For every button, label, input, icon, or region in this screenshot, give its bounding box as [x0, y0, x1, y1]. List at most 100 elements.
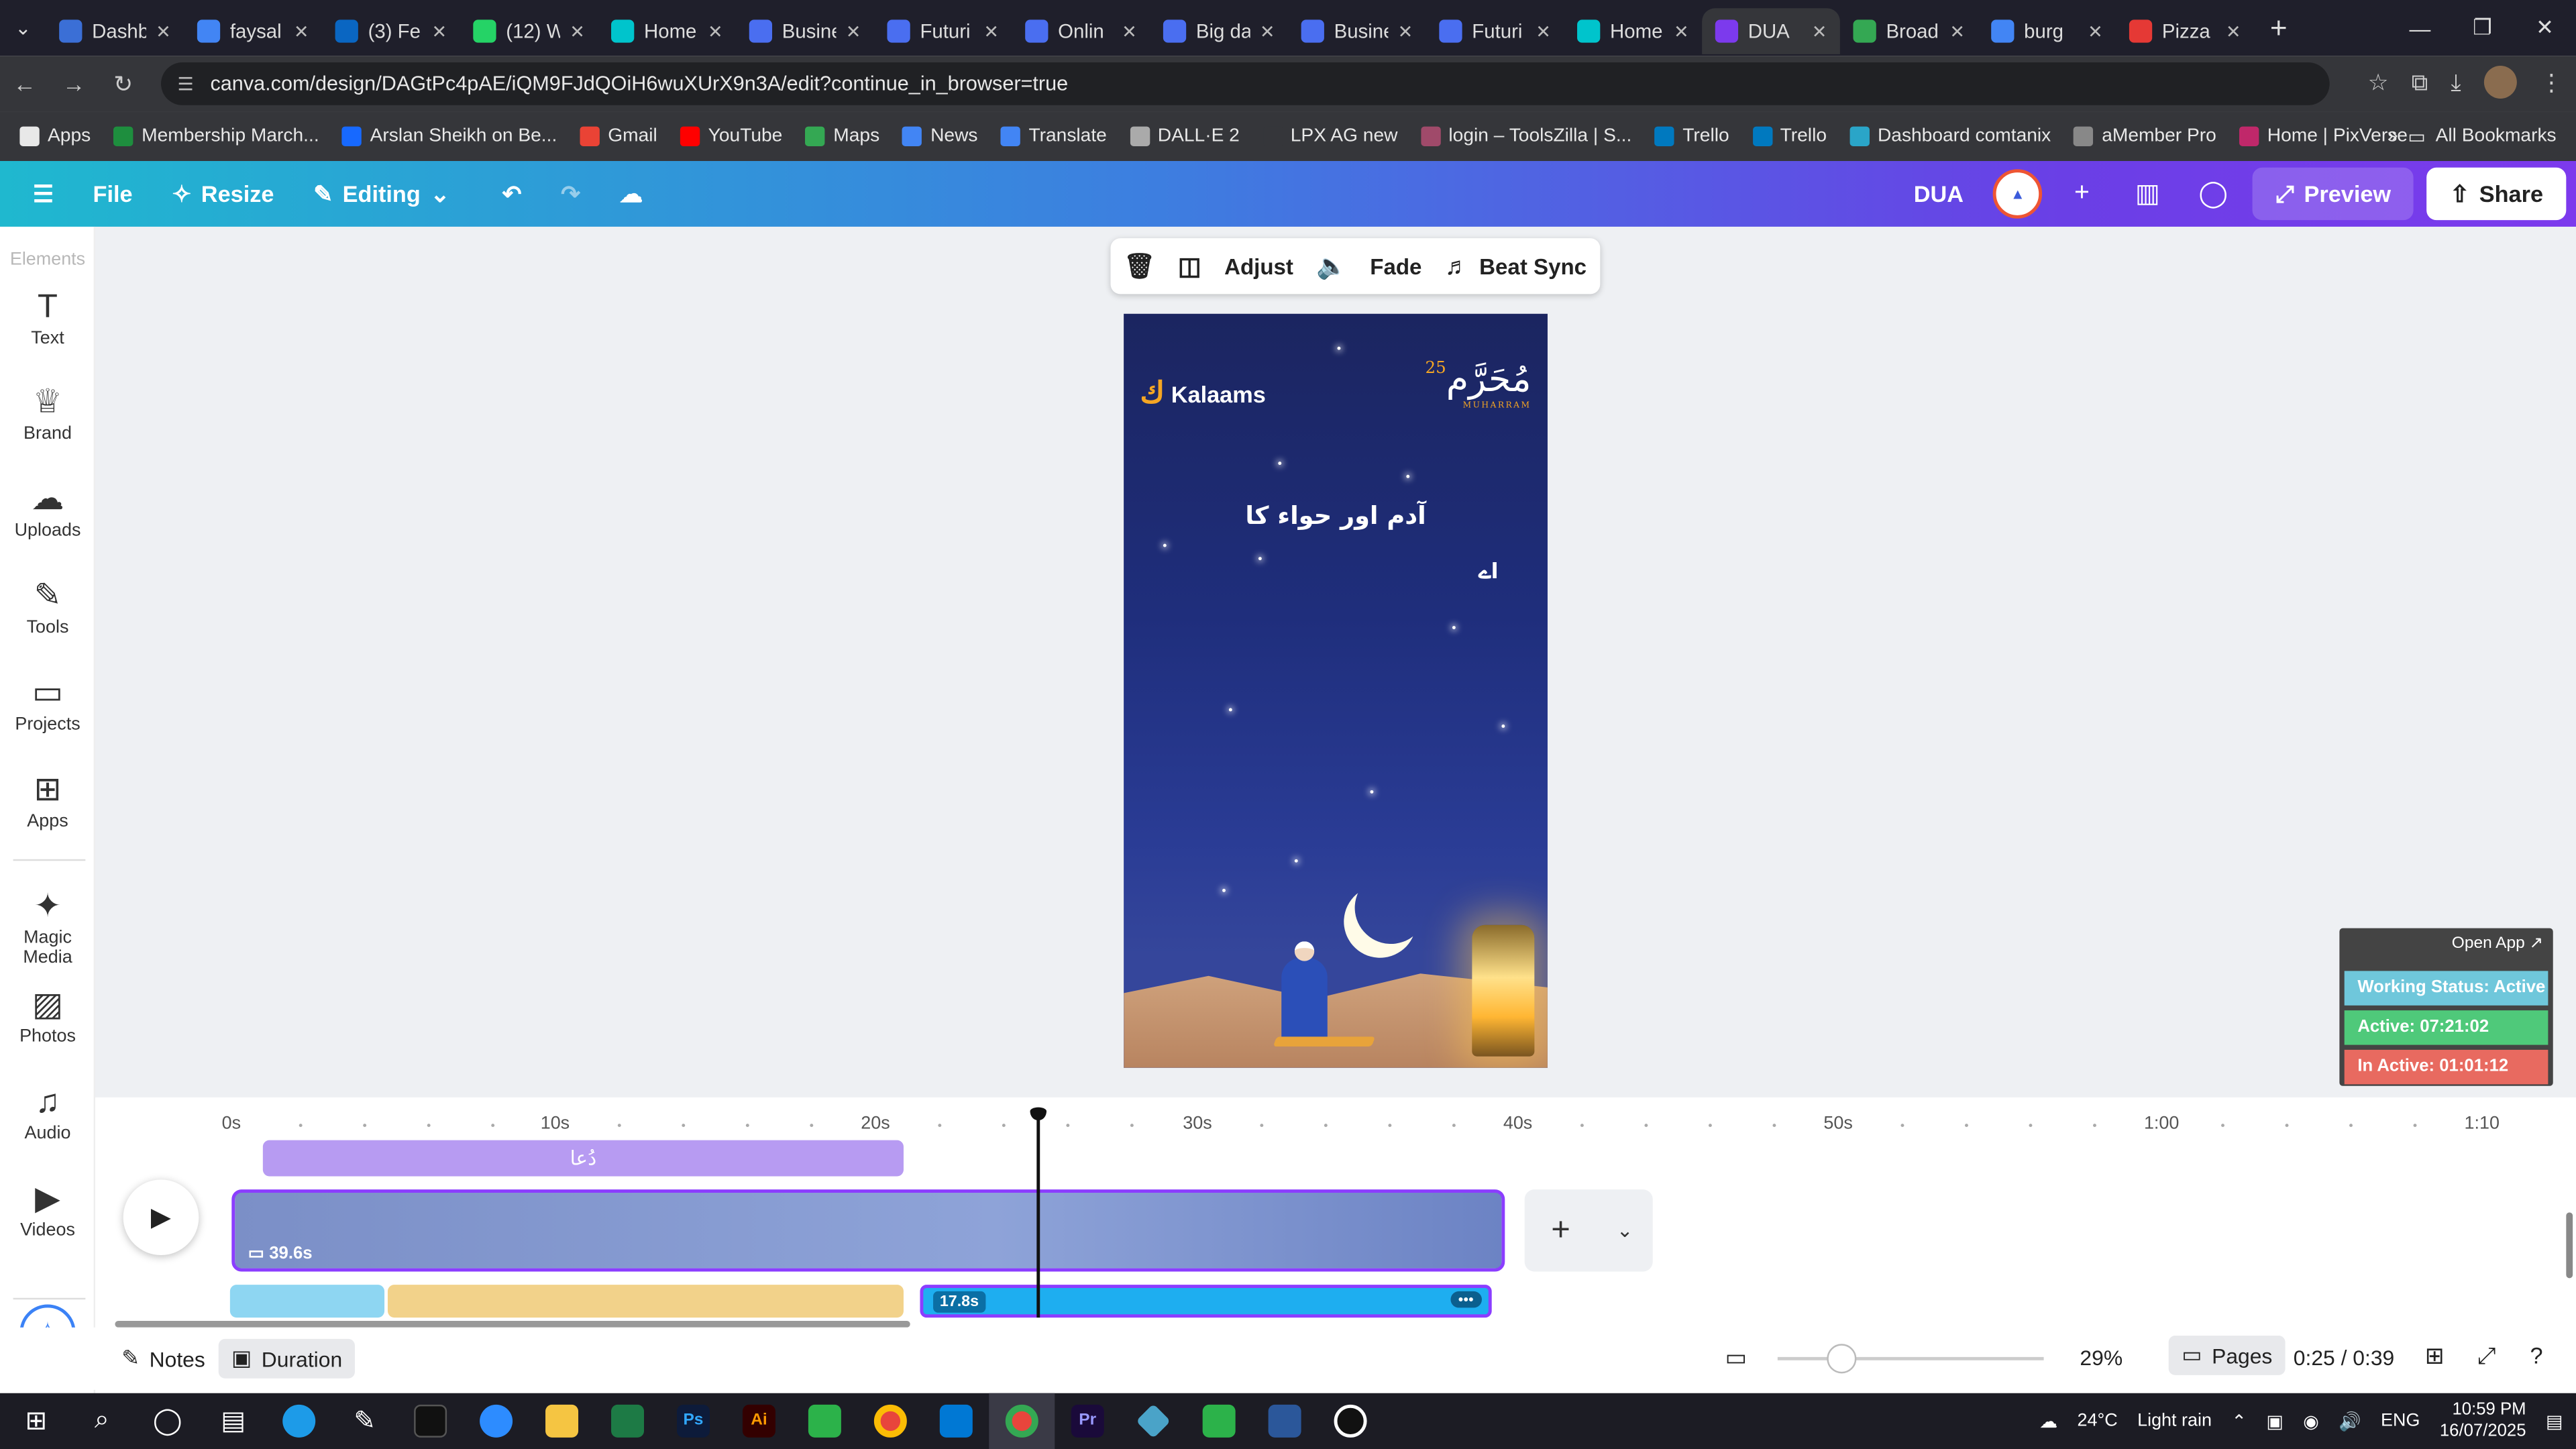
browser-tab[interactable]: Home ✕: [1564, 8, 1702, 54]
sidebar-item-uploads[interactable]: ☁ Uploads: [0, 478, 95, 541]
notes-button[interactable]: ✎ Notes: [109, 1339, 219, 1379]
volume-tray-icon[interactable]: 🔊: [2339, 1410, 2361, 1432]
extensions-icon[interactable]: ⧉: [2412, 68, 2428, 97]
chrome-active-icon[interactable]: [989, 1393, 1055, 1449]
browser-tab[interactable]: faysal ✕: [184, 8, 322, 54]
zoom-slider-handle[interactable]: [1826, 1344, 1857, 1374]
tab-close-icon[interactable]: ✕: [1674, 21, 1689, 42]
network-icon[interactable]: ◉: [2303, 1410, 2319, 1432]
zoom-level[interactable]: 29%: [2080, 1346, 2123, 1371]
tab-close-icon[interactable]: ✕: [1949, 21, 1965, 42]
terminal-icon[interactable]: [398, 1393, 464, 1449]
restore-button[interactable]: ❐: [2451, 0, 2514, 56]
notifications-icon[interactable]: ▤: [2546, 1410, 2563, 1432]
timeline-vertical-scrollbar[interactable]: [2566, 1212, 2573, 1279]
minimize-button[interactable]: —: [2389, 0, 2451, 56]
tab-close-icon[interactable]: ✕: [1536, 21, 1551, 42]
search-icon[interactable]: ⌕: [69, 1393, 135, 1449]
tab-close-icon[interactable]: ✕: [708, 21, 723, 42]
tab-close-icon[interactable]: ✕: [156, 21, 171, 42]
downloads-icon[interactable]: ⤓: [2451, 68, 2461, 97]
pen-icon[interactable]: ✎: [332, 1393, 398, 1449]
all-bookmarks[interactable]: » ▭ All Bookmarks: [2387, 125, 2557, 148]
bookmark-item[interactable]: Home | PixVerse: [2239, 126, 2408, 146]
forward-icon[interactable]: →: [49, 70, 98, 97]
browser-tab[interactable]: Busine ✕: [1288, 8, 1426, 54]
premiere-icon[interactable]: Pr: [1055, 1393, 1120, 1449]
tab-close-icon[interactable]: ✕: [1122, 21, 1137, 42]
sidebar-item-tools[interactable]: ✎ Tools: [0, 575, 95, 637]
open-app-link[interactable]: Open App ↗: [2452, 934, 2543, 953]
bookmark-item[interactable]: Translate: [1000, 126, 1107, 146]
tab-close-icon[interactable]: ✕: [2226, 21, 2241, 42]
title-track[interactable]: دُعا: [262, 1140, 904, 1177]
redo-button[interactable]: ↷: [541, 180, 600, 208]
new-tab-button[interactable]: +: [2254, 11, 2303, 45]
preview-button[interactable]: ⤢ Preview: [2253, 167, 2414, 221]
volume-button[interactable]: 🔈: [1316, 252, 1347, 281]
tray-app-icon[interactable]: ▣: [2266, 1410, 2283, 1432]
tab-close-icon[interactable]: ✕: [570, 21, 585, 42]
design-page[interactable]: ك Kalaams مُحَرَّم25 MUHARRAM آدم اور حو…: [1124, 313, 1548, 1068]
bookmark-item[interactable]: Gmail: [580, 126, 657, 146]
urdu-text-line-2[interactable]: اے: [1479, 560, 1499, 585]
play-button[interactable]: ▶: [123, 1179, 199, 1256]
tab-close-icon[interactable]: ✕: [846, 21, 861, 42]
bookmark-item[interactable]: YouTube: [680, 126, 782, 146]
bookmark-item[interactable]: Membership March...: [113, 126, 319, 146]
browser-tab[interactable]: Futuri ✕: [1426, 8, 1564, 54]
sidebar-item-text[interactable]: T Text: [0, 286, 95, 348]
tab-close-icon[interactable]: ✕: [432, 21, 447, 42]
sidebar-item-videos[interactable]: ▶ Videos: [0, 1178, 95, 1240]
bookmark-item[interactable]: Maps: [805, 126, 879, 146]
browser-tab[interactable]: burg ✕: [1978, 8, 2116, 54]
more-bookmarks-icon[interactable]: »: [2387, 127, 2398, 146]
weather-text[interactable]: Light rain: [2137, 1411, 2212, 1431]
duration-button[interactable]: ▣ Duration: [218, 1338, 356, 1379]
excel-icon[interactable]: [595, 1393, 661, 1449]
clock[interactable]: 10:59 PM 16/07/2025: [2440, 1400, 2526, 1443]
camtasia-icon[interactable]: [792, 1393, 857, 1449]
word-icon[interactable]: [1252, 1393, 1318, 1449]
delete-button[interactable]: 🗑: [1124, 252, 1155, 281]
camtasia-2-icon[interactable]: [1186, 1393, 1252, 1449]
language-indicator[interactable]: ENG: [2381, 1411, 2420, 1431]
bookmark-item[interactable]: Dashboard comtanix: [1849, 126, 2051, 146]
browser-tab[interactable]: Big da ✕: [1150, 8, 1288, 54]
back-icon[interactable]: ←: [0, 70, 49, 97]
share-button[interactable]: ⇧ Share: [2427, 167, 2567, 221]
file-explorer-icon[interactable]: [529, 1393, 595, 1449]
bookmark-item[interactable]: Trello: [1654, 126, 1729, 146]
bookmark-item[interactable]: News: [902, 126, 978, 146]
tab-close-icon[interactable]: ✕: [2088, 21, 2103, 42]
illustrator-icon[interactable]: Ai: [726, 1393, 792, 1449]
tab-close-icon[interactable]: ✕: [1812, 21, 1827, 42]
sidebar-item-elements[interactable]: Elements: [0, 207, 95, 269]
task-view-icon[interactable]: ▤: [201, 1393, 266, 1449]
browser-tab[interactable]: (3) Fe ✕: [322, 8, 460, 54]
timeline-horizontal-scrollbar[interactable]: [115, 1320, 910, 1328]
bookmark-item[interactable]: Arslan Sheikh on Be...: [341, 126, 557, 146]
cortana-icon[interactable]: ◯: [135, 1393, 201, 1449]
start-button[interactable]: ⊞: [3, 1393, 69, 1449]
vscode-icon[interactable]: [923, 1393, 989, 1449]
sidebar-item-apps[interactable]: ⊞ Apps: [0, 769, 95, 831]
resize-button[interactable]: ✧ Resize: [152, 180, 294, 208]
sidebar-item-photos[interactable]: ▨ Photos: [0, 984, 95, 1046]
media-player-icon[interactable]: [1318, 1393, 1383, 1449]
weather-temp[interactable]: 24°C: [2078, 1411, 2118, 1431]
add-collaborator-icon[interactable]: +: [2055, 168, 2108, 220]
urdu-text-line-1[interactable]: آدم اور حواء کا: [1124, 501, 1548, 531]
zoom-icon[interactable]: [464, 1393, 529, 1449]
browser-tab[interactable]: (12) W ✕: [460, 8, 598, 54]
help-icon[interactable]: ?: [2530, 1342, 2542, 1368]
browser-tab[interactable]: Pizza ✕: [2116, 8, 2254, 54]
browser-tab[interactable]: Futuri ✕: [874, 8, 1012, 54]
fullscreen-icon[interactable]: ⤢: [2477, 1342, 2496, 1371]
fade-button[interactable]: Fade: [1370, 254, 1421, 278]
tab-close-icon[interactable]: ✕: [1398, 21, 1413, 42]
playhead[interactable]: [1030, 1107, 1047, 1318]
beat-sync-button[interactable]: ♬ Beat Sync: [1445, 252, 1587, 280]
team-avatar[interactable]: ▲: [1993, 169, 2043, 219]
editing-mode-dropdown[interactable]: ✎ Editing ⌄: [294, 180, 470, 208]
